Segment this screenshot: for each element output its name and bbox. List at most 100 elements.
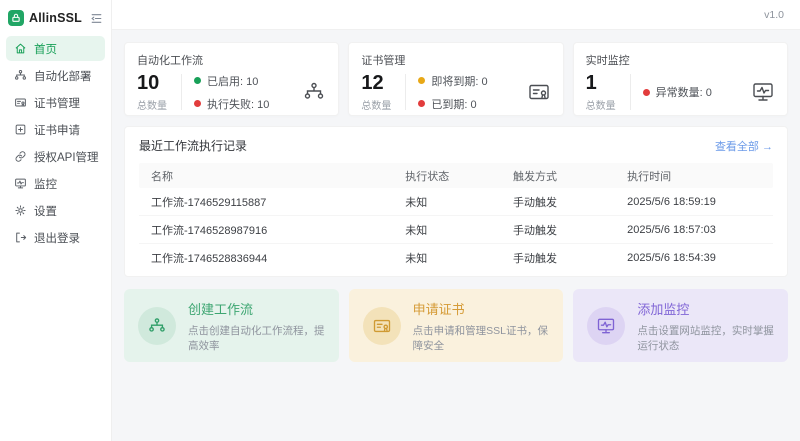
col-name: 名称 [139, 168, 405, 184]
status-dot-red [643, 89, 650, 96]
top-bar: v1.0 [112, 0, 800, 30]
add-monitor-card[interactable]: 添加监控 点击设置网站监控，实时掌握运行状态 [573, 289, 788, 362]
metric-abnormal: 异常数量: 0 [643, 84, 747, 100]
actions-row: 创建工作流 点击创建自动化工作流程，提高效率 申请证书 点击申请和管理SSL证书… [124, 289, 788, 362]
stat-title: 证书管理 [361, 52, 550, 68]
divider [630, 74, 631, 110]
cell-trigger: 手动触发 [513, 250, 627, 266]
view-all-link[interactable]: 查看全部 → [715, 138, 773, 154]
monitor-icon [587, 307, 625, 345]
workflow-icon [14, 69, 27, 82]
action-desc: 点击创建自动化工作流程，提高效率 [188, 323, 325, 353]
status-dot-yellow [418, 77, 425, 84]
metric-expired: 已到期: 0 [418, 96, 522, 112]
monitor-icon [751, 80, 775, 104]
records-title: 最近工作流执行记录 [139, 137, 247, 154]
sidebar-item-label: 设置 [34, 203, 57, 219]
sidebar-item-label: 自动化部署 [34, 68, 92, 84]
cell-trigger: 手动触发 [513, 194, 627, 210]
stat-total-label: 总数量 [137, 97, 181, 112]
sidebar-item-label: 证书申请 [34, 122, 80, 138]
sidebar-collapse-icon[interactable] [90, 12, 103, 25]
sidebar: AllinSSL 首页 自动化部署 [0, 0, 112, 441]
stats-row: 自动化工作流 10 总数量 已启用: 10 执行失败 [124, 42, 788, 116]
status-dot-red [418, 100, 425, 107]
records-card: 最近工作流执行记录 查看全部 → 名称 执行状态 触发方式 执行时间 工作流-1… [124, 126, 788, 277]
sidebar-item-label: 授权API管理 [34, 149, 99, 165]
logout-icon [14, 231, 27, 244]
sidebar-menu: 首页 自动化部署 证书管理 证书申请 [6, 36, 105, 250]
sidebar-item-monitor[interactable]: 监控 [6, 171, 105, 196]
metric-text: 执行失败: 10 [207, 96, 269, 112]
stat-total-label: 总数量 [586, 97, 630, 112]
sidebar-item-cert-apply[interactable]: 证书申请 [6, 117, 105, 142]
cell-status: 未知 [405, 222, 513, 238]
cell-time: 2025/5/6 18:59:19 [627, 196, 773, 208]
workflow-icon [302, 80, 326, 104]
sidebar-item-settings[interactable]: 设置 [6, 198, 105, 223]
app-name: AllinSSL [29, 11, 85, 25]
apply-certificate-icon [14, 123, 27, 136]
action-desc: 点击申请和管理SSL证书，保障安全 [413, 323, 550, 353]
gear-icon [14, 204, 27, 217]
certificate-icon [14, 96, 27, 109]
metric-text: 已启用: 10 [207, 73, 258, 89]
sidebar-item-auto-deploy[interactable]: 自动化部署 [6, 63, 105, 88]
stat-total-value: 10 [137, 72, 181, 94]
monitor-icon [14, 177, 27, 190]
action-desc: 点击设置网站监控，实时掌握运行状态 [637, 323, 774, 353]
action-title: 申请证书 [413, 299, 550, 318]
col-time: 执行时间 [627, 168, 773, 184]
sidebar-item-label: 首页 [34, 41, 57, 57]
apply-certificate-card[interactable]: 申请证书 点击申请和管理SSL证书，保障安全 [349, 289, 564, 362]
metric-enabled: 已启用: 10 [194, 73, 298, 89]
sidebar-item-cert-manage[interactable]: 证书管理 [6, 90, 105, 115]
table-row[interactable]: 工作流-1746528836944 未知 手动触发 2025/5/6 18:54… [139, 244, 773, 272]
metric-expiring: 即将到期: 0 [418, 73, 522, 89]
cell-time: 2025/5/6 18:54:39 [627, 252, 773, 264]
col-status: 执行状态 [405, 168, 513, 184]
table-row[interactable]: 工作流-1746529115887 未知 手动触发 2025/5/6 18:59… [139, 188, 773, 216]
sidebar-item-label: 监控 [34, 176, 57, 192]
workflow-icon [138, 307, 176, 345]
table-header: 名称 执行状态 触发方式 执行时间 [139, 163, 773, 188]
cell-time: 2025/5/6 18:57:03 [627, 224, 773, 236]
col-trigger: 触发方式 [513, 168, 627, 184]
content: 自动化工作流 10 总数量 已启用: 10 执行失败 [112, 30, 800, 441]
create-workflow-card[interactable]: 创建工作流 点击创建自动化工作流程，提高效率 [124, 289, 339, 362]
main-area: v1.0 自动化工作流 10 总数量 已启用: 10 [112, 0, 800, 441]
api-link-icon [14, 150, 27, 163]
metric-text: 异常数量: 0 [656, 84, 712, 100]
cell-status: 未知 [405, 194, 513, 210]
cell-name: 工作流-1746529115887 [139, 194, 405, 210]
status-dot-red [194, 100, 201, 107]
metric-text: 已到期: 0 [431, 96, 476, 112]
sidebar-item-home[interactable]: 首页 [6, 36, 105, 61]
app-version: v1.0 [764, 9, 784, 21]
stat-total-value: 12 [361, 72, 405, 94]
stat-title: 自动化工作流 [137, 52, 326, 68]
stat-card-certificates: 证书管理 12 总数量 即将到期: 0 已到期: 0 [348, 42, 563, 116]
app-logo-lock-icon [8, 10, 24, 26]
cell-trigger: 手动触发 [513, 222, 627, 238]
metric-failed: 执行失败: 10 [194, 96, 298, 112]
cell-name: 工作流-1746528836944 [139, 250, 405, 266]
records-table: 名称 执行状态 触发方式 执行时间 工作流-1746529115887 未知 手… [139, 163, 773, 272]
stat-title: 实时监控 [586, 52, 775, 68]
certificate-icon [363, 307, 401, 345]
home-icon [14, 42, 27, 55]
divider [405, 74, 406, 110]
sidebar-item-label: 证书管理 [34, 95, 80, 111]
certificate-icon [527, 80, 551, 104]
stat-card-monitoring: 实时监控 1 总数量 异常数量: 0 [573, 42, 788, 116]
logo-row: AllinSSL [6, 8, 105, 36]
action-title: 添加监控 [637, 299, 774, 318]
stat-total-label: 总数量 [361, 97, 405, 112]
sidebar-item-logout[interactable]: 退出登录 [6, 225, 105, 250]
cell-status: 未知 [405, 250, 513, 266]
stat-total-value: 1 [586, 72, 630, 94]
action-title: 创建工作流 [188, 299, 325, 318]
cell-name: 工作流-1746528987916 [139, 222, 405, 238]
table-row[interactable]: 工作流-1746528987916 未知 手动触发 2025/5/6 18:57… [139, 216, 773, 244]
sidebar-item-api-manage[interactable]: 授权API管理 [6, 144, 105, 169]
